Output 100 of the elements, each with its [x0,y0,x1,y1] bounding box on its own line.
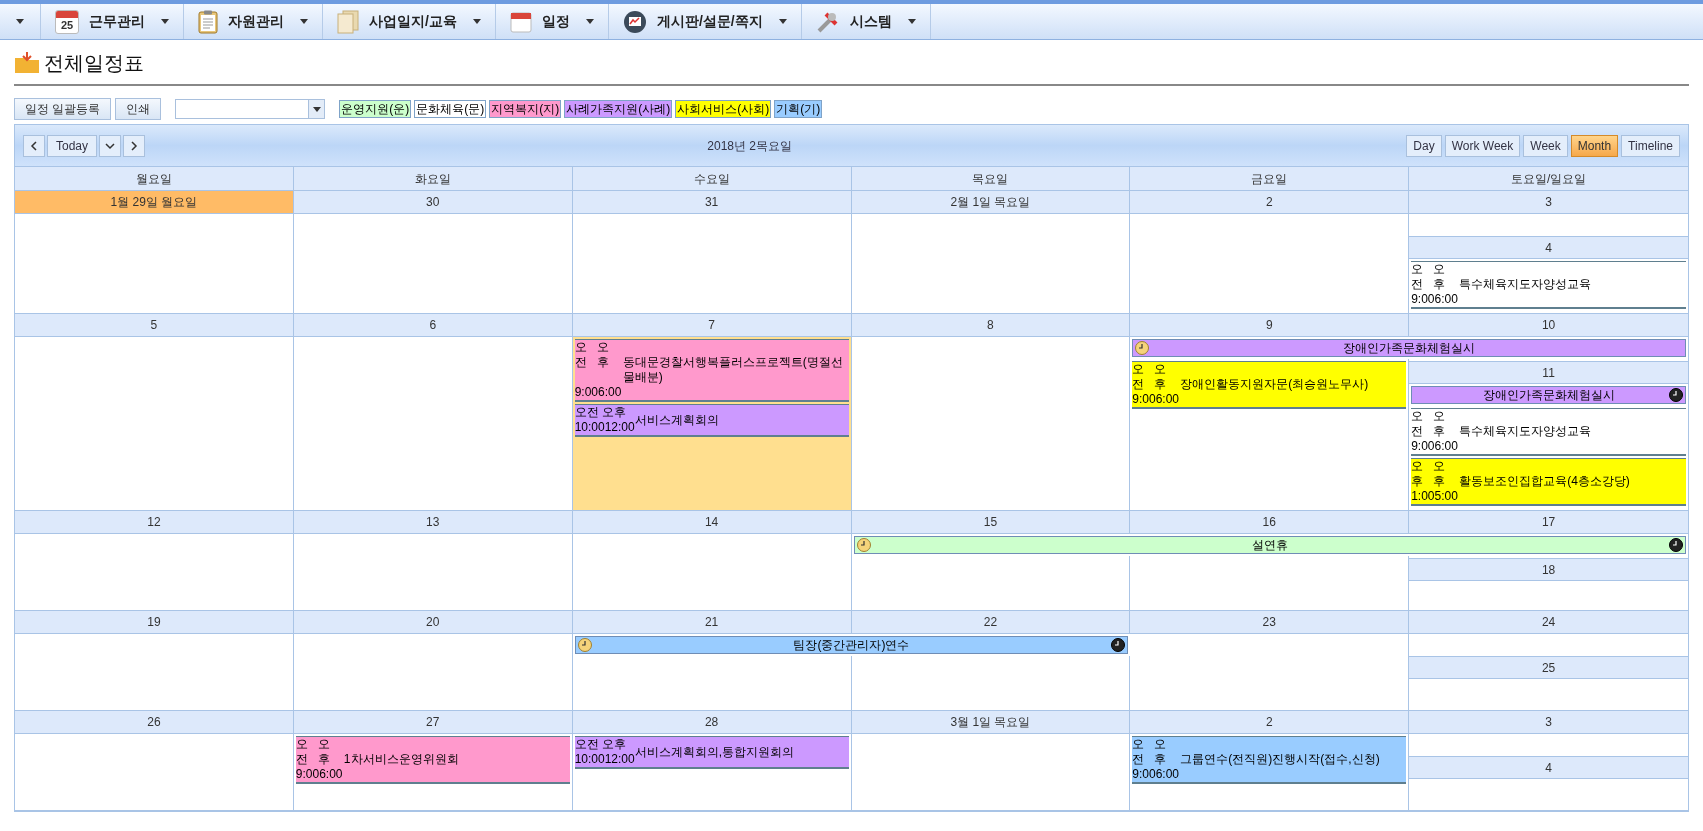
date-header[interactable]: 19 [15,611,293,634]
weekday-header: 금요일 [1130,167,1410,190]
date-header[interactable]: 6 [293,314,572,337]
event-item[interactable]: 오전 오후 동대문경찰서행복플러스프로젝트(명절선물배분) 9:006:00 [574,339,849,402]
event-period: 오전 [295,737,308,767]
event-item[interactable]: 오전 오후 장애인활동지원자문(최승원노무사) 9:006:00 [1132,361,1407,409]
event-item[interactable]: 오전 오후 그룹연수(전직원)진행시작(접수,신청) 9:006:00 [1132,736,1407,784]
legend-tag: 사례가족지원(사례) [564,100,673,118]
event-item[interactable]: 오후 오후 활동보조인집합교육(4층소강당) 1:005:00 [1411,458,1686,506]
caret-icon [16,19,24,24]
date-header[interactable]: 3월 1일 목요일 [851,711,1130,734]
event-title: 활동보조인집합교육(4층소강당) [1459,473,1631,489]
date-header[interactable]: 21 [572,611,851,634]
view-tab[interactable]: Timeline [1621,134,1680,157]
date-header[interactable]: 23 [1130,611,1409,634]
date-header[interactable]: 31 [572,191,851,214]
legend-tag: 기획(기) [774,100,823,118]
day-cell[interactable]: 오전 오후 1차서비스운영위원회 9:006:00 [293,734,573,810]
day-cell[interactable]: 오전 오후 장애인활동지원자문(최승원노무사) 9:006:00 [1130,359,1410,510]
date-header[interactable]: 4 [1409,236,1688,259]
date-header[interactable]: 27 [293,711,572,734]
date-header[interactable]: 15 [851,511,1130,534]
event-title: 장애인가족문화체험실시 [1342,341,1477,355]
toolbar-button[interactable]: 일정 일괄등록 [14,98,112,120]
previous-button[interactable] [23,134,45,157]
event-item[interactable]: 오전 오후 특수체육지도자양성교육 9:006:00 [1411,408,1686,456]
date-header[interactable]: 28 [572,711,851,734]
event-time: 10:0012:00 [574,752,635,767]
event-period: 오후 [1433,409,1446,439]
legend-tag: 운영지원(운) [339,100,412,118]
date-header[interactable]: 5 [15,314,293,337]
menu-item[interactable]: 게시판/설문/쪽지 [608,4,802,39]
date-header[interactable]: 11 [1409,361,1688,384]
menu-label: 게시판/설문/쪽지 [656,12,763,31]
date-header[interactable]: 1월 29일 월요일 [15,191,293,214]
menu-label: 시스템 [849,12,892,31]
date-header[interactable]: 14 [572,511,851,534]
date-header[interactable]: 30 [293,191,572,214]
event-title: 동대문경찰서행복플러스프로젝트(명절선물배분) [622,354,844,385]
event-title: 장애인가족문화체험실시 [1481,388,1616,402]
view-tab[interactable]: Week [1523,134,1568,157]
event-bar[interactable]: 설연휴 [853,536,1686,554]
weekday-header: 화요일 [293,167,573,190]
date-header[interactable]: 20 [293,611,572,634]
menu-item[interactable]: 25 근무관리 [41,4,184,39]
date-header[interactable]: 2 [1130,711,1409,734]
dropdown-button[interactable] [99,134,122,157]
event-period: 오전 [1411,262,1424,292]
date-header[interactable]: 13 [293,511,572,534]
view-tab[interactable]: Work Week [1444,134,1521,157]
date-header[interactable]: 2 [1130,191,1409,214]
date-header[interactable]: 22 [851,611,1130,634]
event-title: 장애인활동지원자문(최승원노무사) [1180,376,1370,392]
event-time: 9:006:00 [574,385,623,400]
event-bar[interactable]: 장애인가족문화체험실시 [1132,339,1686,357]
date-header[interactable]: 9 [1130,314,1409,337]
view-tab[interactable]: Month [1570,134,1619,157]
date-header[interactable]: 8 [851,314,1130,337]
event-title: 팀장(중간관리자)연수 [792,638,911,652]
weekday-header: 목요일 [851,167,1131,190]
weekday-header: 토요일/일요일 [1509,170,1588,188]
event-item[interactable]: 오전 오후 특수체육지도자양성교육 9:006:00 [1411,261,1686,309]
calendar-title: 2018년 2목요일 [706,137,793,155]
toolbar-button[interactable]: 인쇄 [115,98,162,120]
event-period: 오후 [1433,459,1446,489]
date-header[interactable]: 25 [1409,656,1688,679]
date-header[interactable]: 7 [572,314,851,337]
event-item[interactable]: 오전 오후 1차서비스운영위원회 9:006:00 [295,736,570,784]
date-header[interactable]: 18 [1409,558,1688,581]
date-header[interactable]: 24 [1409,611,1688,634]
menu-item[interactable]: 사업일지/교육 [323,4,496,39]
date-header[interactable]: 3 [1409,191,1688,214]
legend-tag: 사회서비스(사회) [675,100,772,118]
menu-item[interactable]: 시스템 [801,4,931,39]
chevron-left-icon [30,140,38,151]
clipboard-icon [198,9,218,34]
date-header[interactable]: 16 [1130,511,1409,534]
event-period: 오후 [1154,362,1167,392]
date-header[interactable]: 12 [15,511,293,534]
date-header[interactable]: 10 [1409,314,1688,337]
event-bar[interactable]: 팀장(중간관리자)연수 [574,636,1129,654]
date-header[interactable]: 26 [15,711,293,734]
view-tab[interactable]: Day [1406,134,1442,157]
category-dropdown[interactable] [175,99,326,119]
calendar-date: 25 [59,17,75,33]
date-header[interactable]: 4 [1409,756,1688,779]
event-period: 오후 [317,737,330,767]
date-header[interactable]: 2월 1일 목요일 [851,191,1130,214]
event-bar[interactable]: 장애인가족문화체험실시 [1411,386,1686,404]
date-header[interactable]: 17 [1409,511,1688,534]
menu-item[interactable]: 일정 [495,4,609,39]
chevron-down-icon [105,141,116,150]
legend-tag: 지역복지(지) [489,100,562,118]
calendar-icon [509,10,532,33]
next-button[interactable] [123,134,146,157]
today-button[interactable]: Today [47,134,98,157]
menu-item[interactable]: 자원관리 [184,4,323,39]
day-cell[interactable]: 오전 오후 그룹연수(전직원)진행시작(접수,신청) 9:006:00 [1130,734,1410,810]
event-title: 특수체육지도자양성교육 [1459,276,1593,292]
date-header[interactable]: 3 [1409,711,1688,734]
